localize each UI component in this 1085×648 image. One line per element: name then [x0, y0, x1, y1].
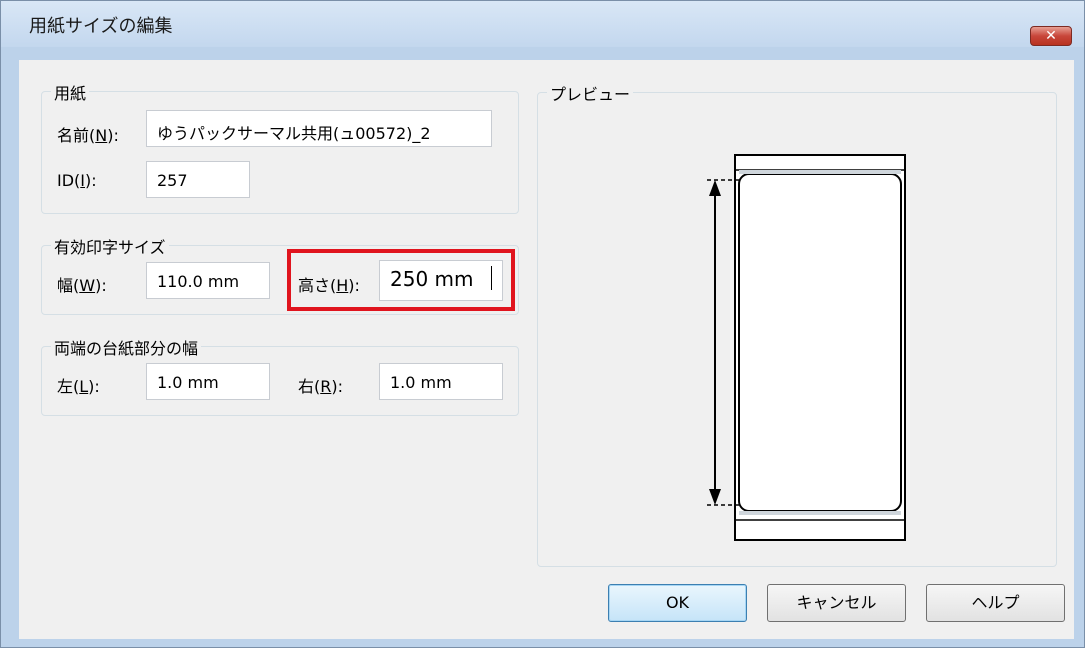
width-field[interactable]: 110.0 mm — [146, 262, 270, 299]
name-field-value: ゆうパックサーマル共用(ュ00572)_2 — [157, 124, 431, 143]
label-preview-drawing — [707, 154, 906, 541]
dialog-title: 用紙サイズの編集 — [29, 16, 173, 37]
close-button[interactable]: ✕ — [1030, 26, 1072, 46]
width-field-value: 110.0 mm — [157, 272, 240, 291]
arrow-down-icon — [709, 489, 721, 505]
id-label: ID(I): — [57, 171, 97, 190]
name-field[interactable]: ゆうパックサーマル共用(ュ00572)_2 — [146, 110, 492, 147]
width-label: 幅(W): — [57, 276, 107, 295]
name-label: 名前(N): — [57, 126, 119, 145]
close-icon: ✕ — [1045, 28, 1057, 44]
print-size-group-label: 有効印字サイズ — [51, 234, 169, 258]
left-margin-label: 左(L): — [57, 377, 100, 396]
right-margin-label: 右(R): — [298, 377, 344, 396]
id-field-value: 257 — [157, 171, 188, 190]
margins-group-label: 両端の台紙部分の幅 — [51, 335, 202, 359]
id-field[interactable]: 257 — [146, 161, 250, 198]
ok-button[interactable]: OK — [608, 584, 747, 622]
label-gap-top — [739, 170, 901, 174]
dialog-body: 用紙 名前(N): ゆうパックサーマル共用(ュ00572)_2 ID(I): 2… — [19, 60, 1074, 639]
right-margin-field[interactable]: 1.0 mm — [379, 363, 503, 400]
cancel-button[interactable]: キャンセル — [767, 584, 906, 622]
left-margin-value: 1.0 mm — [157, 373, 219, 392]
title-bar[interactable]: 用紙サイズの編集 ✕ — [1, 1, 1084, 47]
label-gap-bottom — [739, 511, 901, 515]
paper-group-label: 用紙 — [51, 80, 90, 104]
height-highlight-annotation — [287, 249, 515, 311]
left-margin-field[interactable]: 1.0 mm — [146, 363, 270, 400]
right-margin-value: 1.0 mm — [390, 373, 452, 392]
arrow-up-icon — [709, 180, 721, 196]
label-shape — [738, 173, 902, 512]
help-button[interactable]: ヘルプ — [926, 584, 1065, 622]
preview-group-label: プレビュー — [547, 81, 634, 105]
edit-paper-size-dialog: 用紙サイズの編集 ✕ 用紙 名前(N): ゆうパックサーマル共用(ュ00572)… — [0, 0, 1085, 648]
